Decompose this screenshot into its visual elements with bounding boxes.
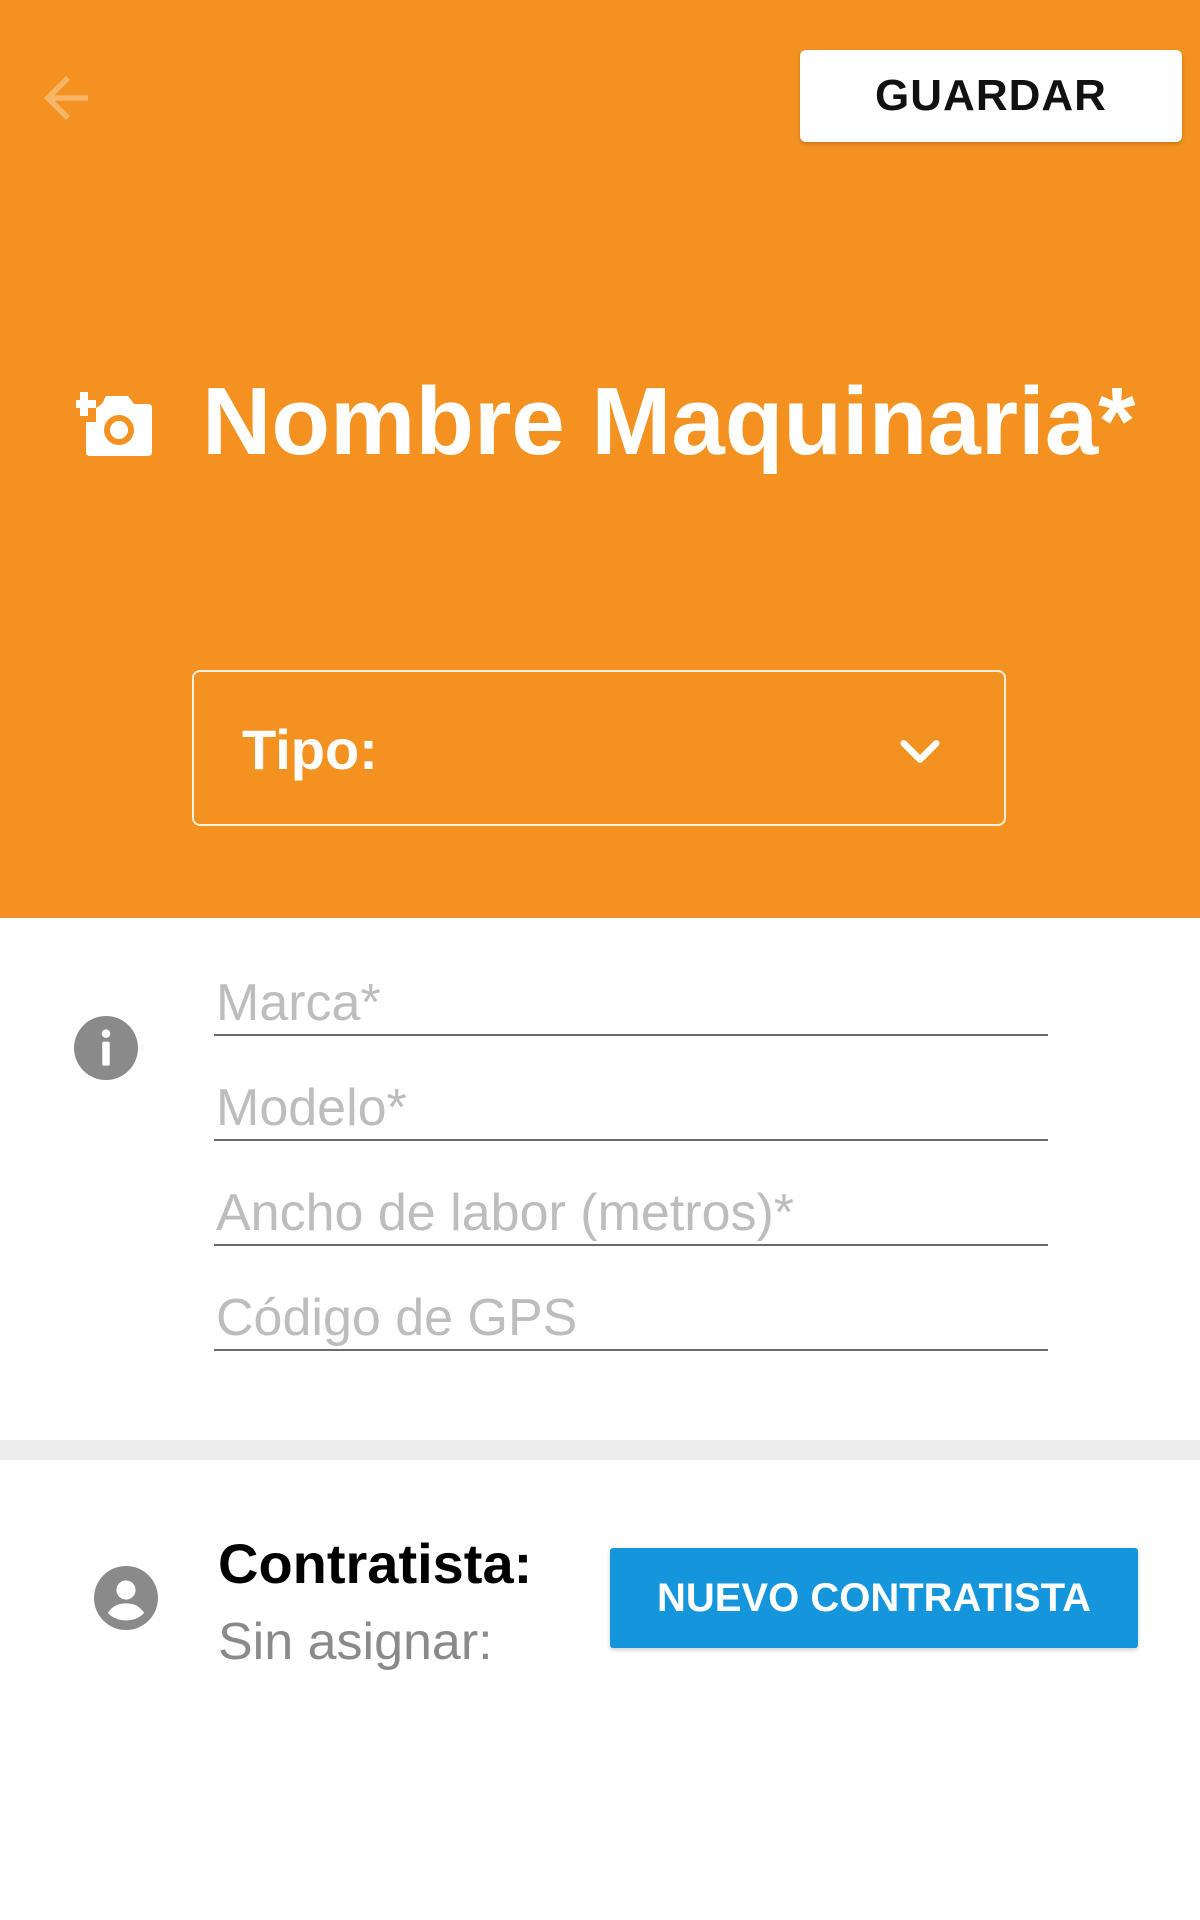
model-field[interactable] bbox=[214, 1077, 1048, 1141]
machine-name-title[interactable]: Nombre Maquinaria* bbox=[202, 362, 1136, 482]
save-button[interactable]: GUARDAR bbox=[800, 50, 1182, 142]
add-photo-camera-icon bbox=[72, 392, 152, 456]
model-input[interactable] bbox=[214, 1077, 1048, 1139]
contractor-value: Sin asignar: bbox=[218, 1613, 493, 1671]
contractor-label: Contratista: bbox=[218, 1532, 533, 1595]
brand-field[interactable] bbox=[214, 972, 1048, 1036]
type-select[interactable]: Tipo: bbox=[192, 670, 1006, 826]
arrow-left-icon bbox=[44, 76, 88, 120]
new-contractor-button[interactable]: NUEVO CONTRATISTA bbox=[610, 1548, 1138, 1648]
work-width-input[interactable] bbox=[214, 1182, 1048, 1244]
chevron-down-icon bbox=[900, 740, 940, 763]
section-divider bbox=[0, 1440, 1200, 1460]
back-button[interactable] bbox=[30, 62, 102, 134]
gps-code-input[interactable] bbox=[214, 1287, 1048, 1349]
gps-code-field[interactable] bbox=[214, 1287, 1048, 1351]
header: GUARDAR Nombre Maquinaria* Tipo: bbox=[0, 0, 1200, 918]
work-width-field[interactable] bbox=[214, 1182, 1048, 1246]
info-icon bbox=[74, 1016, 138, 1080]
type-select-label: Tipo: bbox=[242, 718, 378, 781]
brand-input[interactable] bbox=[214, 972, 1048, 1034]
account-circle-icon bbox=[94, 1566, 158, 1630]
add-photo-button[interactable] bbox=[72, 382, 156, 462]
